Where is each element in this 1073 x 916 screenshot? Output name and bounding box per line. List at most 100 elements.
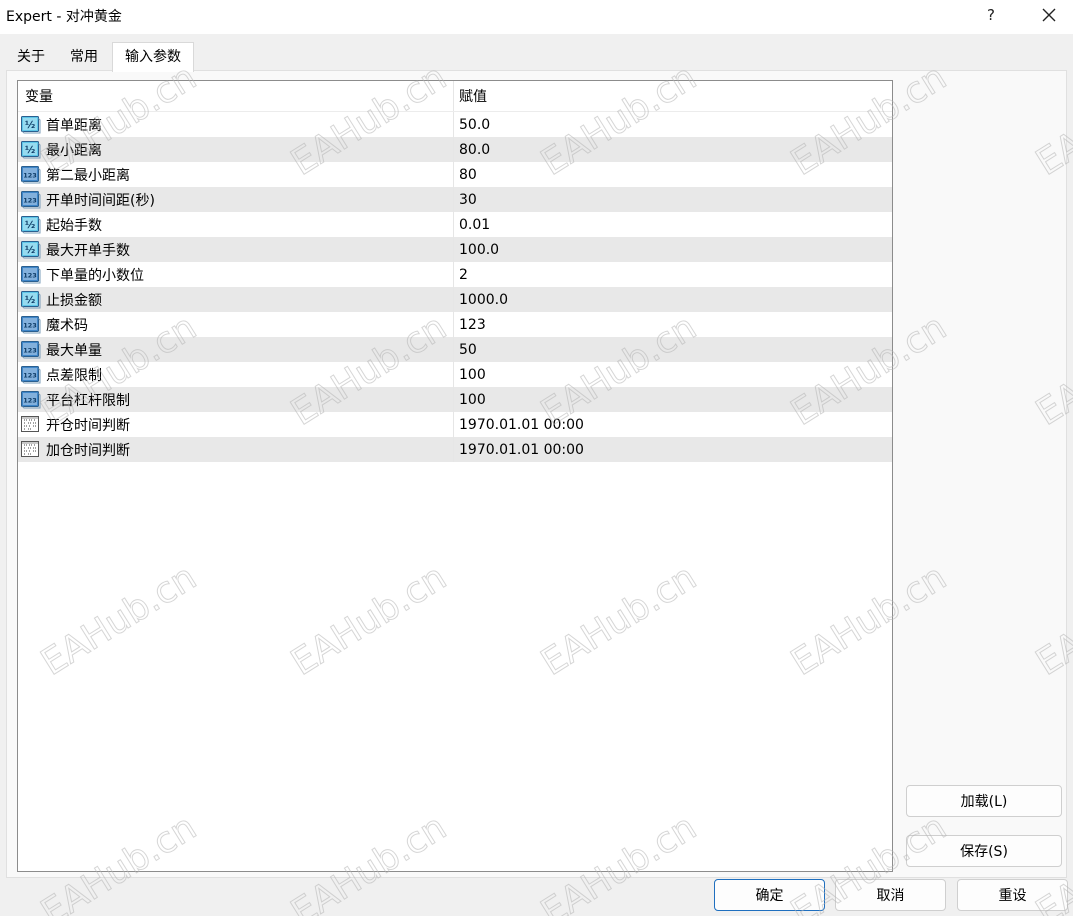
svg-text:123: 123 [23,272,37,280]
param-value-cell[interactable]: 1000.0 [454,287,892,312]
param-name: 最大开单手数 [46,242,130,259]
integer-icon: 123 [21,341,41,359]
param-value: 100 [459,391,486,408]
close-button[interactable] [1026,0,1072,30]
param-name-cell[interactable]: 123 平台杠杆限制 [18,387,454,412]
param-name: 下单量的小数位 [46,267,144,284]
param-name: 最大单量 [46,342,102,359]
param-value: 50 [459,341,477,358]
param-value-cell[interactable]: 50.0 [454,112,892,137]
param-value-cell[interactable]: 1970.01.01 00:00 [454,437,892,462]
param-name: 止损金额 [46,292,102,309]
param-value: 80.0 [459,141,491,158]
table-row[interactable]: 123 第二最小距离 80 [18,162,892,187]
param-name: 首单距离 [46,117,102,134]
param-name-cell[interactable]: 123 魔术码 [18,312,454,337]
param-value-cell[interactable]: 100 [454,362,892,387]
svg-text:123: 123 [23,322,37,330]
param-value-cell[interactable]: 100.0 [454,237,892,262]
param-value: 1970.01.01 00:00 [459,416,584,433]
ok-button[interactable]: 确定 [714,879,825,911]
close-icon [1042,8,1056,22]
param-value-cell[interactable]: 30 [454,187,892,212]
svg-text:½: ½ [25,245,35,256]
table-row[interactable]: 123 点差限制 100 [18,362,892,387]
window-title: Expert - 对冲黄金 [6,9,122,25]
param-name: 起始手数 [46,217,102,234]
param-value-cell[interactable]: 80.0 [454,137,892,162]
param-name: 魔术码 [46,317,88,334]
param-value: 2 [459,266,468,283]
svg-text:123: 123 [23,397,37,405]
table-row[interactable]: ½ 起始手数 0.01 [18,212,892,237]
fraction-icon: ½ [21,291,41,309]
table-row[interactable]: 123 平台杠杆限制 100 [18,387,892,412]
svg-text:½: ½ [25,145,35,156]
reset-button[interactable]: 重设 [957,879,1068,911]
param-value: 0.01 [459,216,491,233]
param-value: 30 [459,191,477,208]
table-row[interactable]: ½ 首单距离 50.0 [18,112,892,137]
save-button[interactable]: 保存(S) [906,835,1062,867]
help-button[interactable]: ? [968,0,1014,30]
param-name-cell[interactable]: 123 点差限制 [18,362,454,387]
param-value: 50.0 [459,116,491,133]
table-row[interactable]: ½ 止损金额 1000.0 [18,287,892,312]
tab-about[interactable]: 关于 [6,44,56,70]
column-header-value[interactable]: 赋值 [454,81,892,111]
param-name-cell[interactable]: ½ 起始手数 [18,212,454,237]
load-button[interactable]: 加载(L) [906,785,1062,817]
param-name-cell[interactable]: 123 下单量的小数位 [18,262,454,287]
table-row[interactable]: 123 开单时间间距(秒) 30 [18,187,892,212]
param-name: 开单时间间距(秒) [46,192,155,209]
param-name-cell[interactable]: ½ 最大开单手数 [18,237,454,262]
param-value: 123 [459,316,486,333]
integer-icon: 123 [21,366,41,384]
param-value: 1970.01.01 00:00 [459,441,584,458]
param-value-cell[interactable]: 123 [454,312,892,337]
grid-header: 变量 赋值 [18,81,892,112]
param-name-cell[interactable]: ½ 首单距离 [18,112,454,137]
calendar-icon [21,441,39,457]
table-row[interactable]: 123 魔术码 123 [18,312,892,337]
param-value: 100 [459,366,486,383]
param-name: 加仓时间判断 [46,442,130,459]
param-name-cell[interactable]: ½ 止损金额 [18,287,454,312]
tab-common[interactable]: 常用 [58,44,110,70]
table-row[interactable]: ½ 最小距离 80.0 [18,137,892,162]
param-value-cell[interactable]: 2 [454,262,892,287]
integer-icon: 123 [21,266,41,284]
param-name: 最小距离 [46,142,102,159]
param-name-cell[interactable]: 开仓时间判断 [18,412,454,437]
tab-inputs[interactable]: 输入参数 [112,42,194,72]
fraction-icon: ½ [21,216,41,234]
param-value-cell[interactable]: 1970.01.01 00:00 [454,412,892,437]
param-name-cell[interactable]: 123 开单时间间距(秒) [18,187,454,212]
svg-text:123: 123 [23,172,37,180]
param-name-cell[interactable]: 123 第二最小距离 [18,162,454,187]
param-value-cell[interactable]: 0.01 [454,212,892,237]
column-header-variable[interactable]: 变量 [18,81,454,111]
table-row[interactable]: 123 下单量的小数位 2 [18,262,892,287]
table-row[interactable]: 开仓时间判断 1970.01.01 00:00 [18,412,892,437]
param-name-cell[interactable]: ½ 最小距离 [18,137,454,162]
param-value-cell[interactable]: 100 [454,387,892,412]
cancel-button[interactable]: 取消 [835,879,946,911]
table-row[interactable]: 加仓时间判断 1970.01.01 00:00 [18,437,892,462]
table-row[interactable]: ½ 最大开单手数 100.0 [18,237,892,262]
param-name-cell[interactable]: 123 最大单量 [18,337,454,362]
svg-text:123: 123 [23,372,37,380]
param-name: 开仓时间判断 [46,417,130,434]
param-value-cell[interactable]: 80 [454,162,892,187]
grid-body: ½ 首单距离 50.0 ½ 最小距离 80.0 123 第二最小距离 80 123 开单时间间距(秒… [18,112,892,462]
title-bar: Expert - 对冲黄金 ? [0,0,1073,34]
param-value-cell[interactable]: 50 [454,337,892,362]
integer-icon: 123 [21,166,41,184]
calendar-icon [21,416,39,432]
param-name-cell[interactable]: 加仓时间判断 [18,437,454,462]
integer-icon: 123 [21,316,41,334]
svg-text:123: 123 [23,347,37,355]
table-row[interactable]: 123 最大单量 50 [18,337,892,362]
integer-icon: 123 [21,391,41,409]
svg-text:123: 123 [23,197,37,205]
